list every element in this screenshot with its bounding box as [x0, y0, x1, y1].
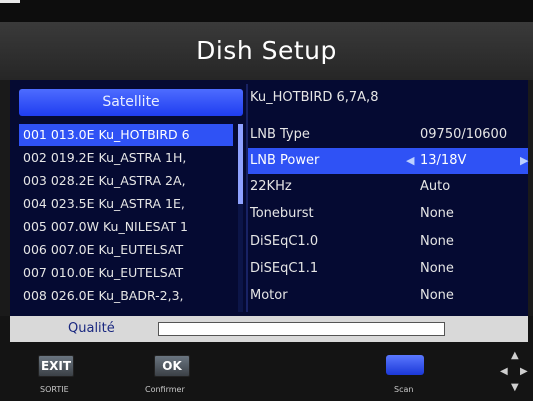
setting-row-diseqc-1-0[interactable]: DiSEqC1.0 None	[248, 229, 528, 255]
setting-row-lnb-type[interactable]: LNB Type 09750/10600	[248, 122, 528, 148]
top-status-strip	[0, 0, 533, 22]
ok-caption: Confirmer	[145, 385, 185, 394]
status-tick	[0, 0, 20, 3]
ok-button[interactable]: OK	[154, 355, 190, 377]
satellite-item[interactable]: 002 019.2E Ku_ASTRA 1H,	[19, 147, 233, 169]
satellite-item[interactable]: 006 007.0E Ku_EUTELSAT	[19, 239, 233, 261]
quality-row: Qualité	[10, 316, 528, 342]
setting-value: None	[420, 288, 454, 303]
setting-value: 13/18V	[420, 153, 467, 168]
scan-caption: Scan	[394, 385, 414, 394]
satellite-list-scrollbar[interactable]	[238, 124, 243, 312]
exit-caption: SORTIE	[40, 385, 69, 394]
scrollbar-thumb[interactable]	[238, 124, 243, 204]
settings-panel: Ku_HOTBIRD 6,7A,8 LNB Type 09750/10600 L…	[248, 84, 528, 316]
setting-label: DiSEqC1.0	[250, 234, 319, 249]
setting-value: 09750/10600	[420, 127, 508, 142]
setting-value: None	[420, 206, 454, 221]
selected-satellite-name: Ku_HOTBIRD 6,7A,8	[250, 90, 379, 105]
satellite-list-header: Satellite	[19, 89, 243, 116]
setting-row-motor[interactable]: Motor None	[248, 283, 528, 309]
satellite-item[interactable]: 007 010.0E Ku_EUTELSAT	[19, 262, 233, 284]
setting-row-22khz[interactable]: 22KHz Auto	[248, 174, 528, 200]
setting-label: Toneburst	[250, 206, 314, 221]
setting-label: LNB Power	[250, 153, 320, 168]
satellite-item[interactable]: 005 007.0W Ku_NILESAT 1	[19, 216, 233, 238]
setting-label: 22KHz	[250, 179, 292, 194]
setting-value: None	[420, 261, 454, 276]
setting-label: DiSEqC1.1	[250, 261, 319, 276]
setting-row-lnb-power[interactable]: LNB Power ◀ 13/18V ▶	[248, 148, 528, 174]
setting-row-diseqc-1-1[interactable]: DiSEqC1.1 None	[248, 256, 528, 282]
setting-value: None	[420, 234, 454, 249]
quality-label: Qualité	[68, 321, 115, 336]
exit-button[interactable]: EXIT	[38, 355, 74, 377]
page-title: Dish Setup	[196, 36, 337, 65]
satellite-item[interactable]: 004 023.5E Ku_ASTRA 1E,	[19, 193, 233, 215]
setting-row-toneburst[interactable]: Toneburst None	[248, 201, 528, 227]
satellite-item[interactable]: 003 028.2E Ku_ASTRA 2A,	[19, 170, 233, 192]
quality-bar	[158, 322, 445, 336]
right-arrow-icon[interactable]: ▶	[520, 148, 528, 174]
setting-label: LNB Type	[250, 127, 310, 142]
setting-label: Motor	[250, 288, 288, 303]
setting-value: Auto	[420, 179, 451, 194]
scan-button[interactable]	[386, 355, 424, 375]
satellite-item[interactable]: 008 026.0E Ku_BADR-2,3,	[19, 285, 233, 307]
dpad-icon: ▲ ◀ ▶ ▼	[500, 350, 528, 393]
left-arrow-icon[interactable]: ◀	[406, 148, 414, 174]
satellite-item[interactable]: 001 013.0E Ku_HOTBIRD 6	[19, 124, 233, 146]
satellite-list[interactable]: 001 013.0E Ku_HOTBIRD 6 002 019.2E Ku_AS…	[19, 124, 239, 314]
